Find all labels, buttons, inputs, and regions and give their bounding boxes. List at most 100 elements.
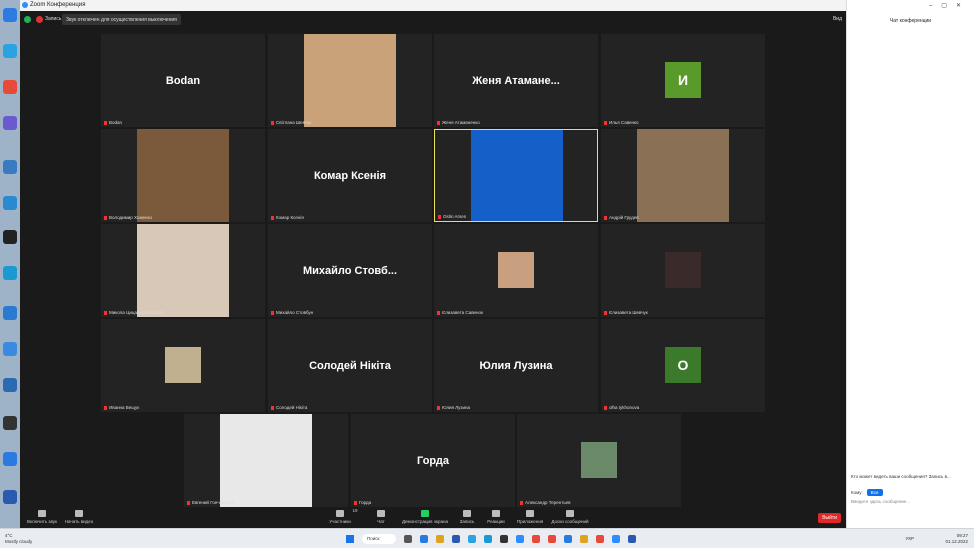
taskbar-search[interactable]: Поиск [362, 534, 396, 544]
recording-icon[interactable] [36, 16, 43, 23]
participant-name-label: Юлия Лузина [437, 405, 470, 410]
recording-label: Запись [45, 16, 62, 22]
reactions-icon [492, 510, 500, 517]
whiteboard-button[interactable]: Доски сообщений [548, 510, 592, 524]
taskbar-app-icon[interactable] [420, 535, 428, 543]
participant-tile[interactable]: Оolha tykhonova [601, 319, 765, 412]
app-icon[interactable] [3, 342, 17, 356]
participant-name-label: olha tykhonova [604, 405, 639, 410]
unmute-button[interactable]: Включить звук [25, 510, 59, 524]
participant-tile[interactable]: Горда Горда [351, 414, 515, 507]
desktop-icon[interactable] [3, 8, 17, 22]
taskbar-app-icon[interactable] [516, 535, 524, 543]
participant-tile[interactable]: Евгений Гончаренко [184, 414, 348, 507]
participant-name-label: Микола Цицарук (експерт) [104, 310, 164, 315]
window-controls[interactable]: –▢✕ [929, 2, 970, 9]
apps-icon [526, 510, 534, 517]
participant-tile[interactable]: Александр Терентьев [517, 414, 681, 507]
participant-tile[interactable]: Комар Ксенія Комар Ксенія [268, 129, 432, 222]
participant-tile[interactable]: Женя Атамане... Женя Атаманенко [434, 34, 598, 127]
record-button[interactable]: Запись [456, 510, 478, 524]
participant-avatar-photo [581, 442, 617, 478]
participant-tile[interactable]: Солодей Нікіта Солодей Нікіта [268, 319, 432, 412]
participant-name-label: Солодей Нікіта [271, 405, 307, 410]
leave-button[interactable]: Выйти [818, 513, 841, 523]
participant-display-name: Женя Атамане... [472, 74, 560, 87]
apps-button[interactable]: Приложения [514, 510, 546, 524]
taskbar-app-icon[interactable] [580, 535, 588, 543]
participant-name: Єлизавета Шевчук [609, 310, 648, 315]
taskbar-app-icon[interactable] [404, 535, 412, 543]
share-screen-button[interactable]: Демонстрация экрана [396, 510, 454, 524]
participant-name-label: Світлана Шевчук [271, 120, 311, 125]
app-icon[interactable] [3, 196, 17, 210]
reactions-button[interactable]: Реакции [484, 510, 508, 524]
taskbar-app-icon[interactable] [500, 535, 508, 543]
participant-tile[interactable]: Єлизавета Шевчук [601, 224, 765, 317]
view-button[interactable]: Вид [833, 16, 842, 22]
taskbar-app-icon[interactable] [468, 535, 476, 543]
participant-tile[interactable]: Bodan Bodan [101, 34, 265, 127]
app-icon[interactable] [3, 452, 17, 466]
muted-mic-icon [604, 405, 607, 410]
taskbar-clock[interactable]: 09:27 01.12.2022 [945, 533, 968, 545]
reactions-label: Реакции [487, 519, 505, 524]
participant-tile[interactable]: Иванна Вещук [101, 319, 265, 412]
participant-name: Иванна Вещук [109, 405, 140, 410]
chat-button[interactable]: Чат [372, 510, 390, 524]
muted-mic-icon [437, 405, 440, 410]
taskbar-app-icon[interactable] [612, 535, 620, 543]
participant-tile[interactable]: Юлия Лузина Юлия Лузина [434, 319, 598, 412]
telegram-icon[interactable] [3, 44, 17, 58]
participant-tile[interactable]: Микола Цицарук (експерт) [101, 224, 265, 317]
chat-input[interactable]: Введите здесь сообщение... [851, 499, 910, 504]
participant-tile[interactable]: Михайло Стовб... Михайло Стовбун [268, 224, 432, 317]
chrome-icon[interactable] [3, 80, 17, 94]
muted-mic-icon [271, 215, 274, 220]
recipient-select[interactable]: Все [866, 489, 883, 496]
taskbar-app-icon[interactable] [564, 535, 572, 543]
participant-name: Юлия Лузина [442, 405, 470, 410]
participant-tile[interactable]: Володимир Хоменко [101, 129, 265, 222]
whiteboard-label: Доски сообщений [551, 519, 589, 524]
taskbar-app-icon[interactable] [548, 535, 556, 543]
taskbar-app-icon[interactable] [436, 535, 444, 543]
muted-mic-icon [604, 215, 607, 220]
app-icon[interactable] [3, 416, 17, 430]
taskbar-app-icon[interactable] [628, 535, 636, 543]
chat-visibility-note[interactable]: Кто может видеть ваши сообщения? Запись … [851, 474, 951, 479]
app-icon[interactable] [3, 306, 17, 320]
taskbar-app-icon[interactable] [532, 535, 540, 543]
github-icon[interactable] [3, 230, 17, 244]
apps-label: Приложения [516, 519, 544, 524]
taskbar-app-icon[interactable] [596, 535, 604, 543]
participant-name: olha tykhonova [609, 405, 640, 410]
language-indicator[interactable]: УКР [906, 536, 914, 541]
participant-name: Микола Цицарук (експерт) [109, 310, 165, 315]
shield-icon[interactable] [24, 16, 31, 23]
participant-name-label: Евгений Гончаренко [187, 500, 234, 505]
edge-icon[interactable] [3, 266, 17, 280]
participant-tile[interactable]: Андрій Грудев [601, 129, 765, 222]
participant-tile[interactable]: Ostin Arsen [434, 129, 598, 222]
windows-start-icon[interactable] [346, 535, 354, 543]
participant-tile[interactable]: Єлизавета Савенок [434, 224, 598, 317]
taskbar-app-icon[interactable] [484, 535, 492, 543]
participant-display-name: Михайло Стовб... [302, 264, 398, 277]
start-video-button[interactable]: Начать видео [62, 510, 96, 524]
app-icon[interactable] [3, 116, 17, 130]
participant-display-name: Горда [417, 454, 449, 467]
chat-icon [377, 510, 385, 517]
taskbar: 4°C Mostly cloudy Поиск УКР 09:27 01.12.20… [0, 528, 974, 548]
chat-title: Чат конференции [889, 18, 932, 24]
weather-widget[interactable]: 4°C Mostly cloudy [5, 533, 32, 545]
app-icon[interactable] [3, 378, 17, 392]
participant-tile[interactable]: Світлана Шевчук [268, 34, 432, 127]
participant-tile[interactable]: И Илья Савенко [601, 34, 765, 127]
taskbar-app-icon[interactable] [452, 535, 460, 543]
participant-name-label: Илья Савенко [604, 120, 639, 125]
participants-count: 19 [352, 508, 358, 513]
participant-name: Илья Савенко [609, 120, 639, 125]
app-icon[interactable] [3, 160, 17, 174]
word-icon[interactable] [3, 490, 17, 504]
